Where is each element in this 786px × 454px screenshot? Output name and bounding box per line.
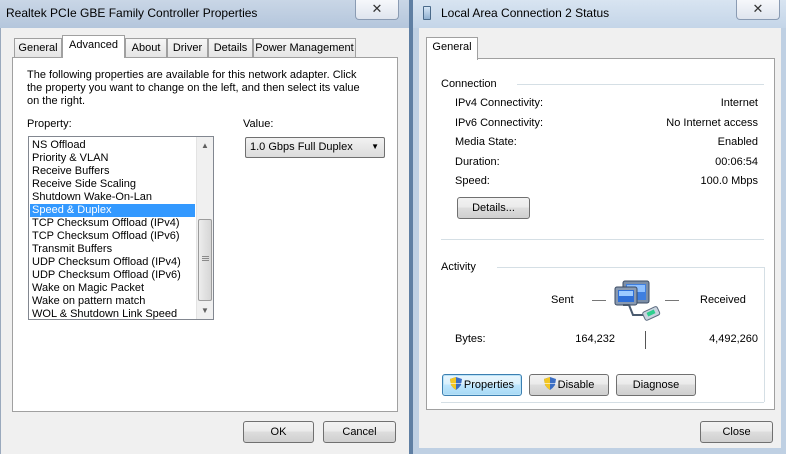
uac-shield-icon [449,377,462,390]
value-label: Value: [243,118,274,130]
tab-about[interactable]: About [125,38,167,58]
tab-details[interactable]: Details [208,38,253,58]
tab-general[interactable]: General [426,37,478,60]
sent-dash [592,300,606,301]
connection-status-window: Local Area Connection 2 Status ✕ General… [413,0,786,454]
bytes-sent-value: 164,232 [575,333,615,345]
ok-button[interactable]: OK [243,421,314,443]
property-list-item[interactable]: Shutdown Wake-On-Lan [30,191,195,204]
property-list-item[interactable]: Receive Buffers [30,165,195,178]
activity-heading: Activity [441,261,476,273]
ipv4-connectivity-value: Internet [720,97,758,109]
activity-group-right [764,267,765,402]
description-line-3: on the right. [27,95,86,107]
property-list-item[interactable]: UDP Checksum Offload (IPv6) [30,269,195,282]
media-state-label: Media State: [455,136,517,148]
properties-button[interactable]: Properties [442,374,522,396]
bytes-label: Bytes: [455,333,486,345]
connection-group-bottom [441,239,764,240]
connection-group-line [517,84,764,85]
scroll-up-arrow-icon[interactable]: ▲ [197,137,213,154]
advanced-panel: The following properties are available f… [12,57,398,412]
dropdown-arrow-icon: ▼ [371,142,379,151]
diagnose-button[interactable]: Diagnose [616,374,696,396]
activity-group-bottom [441,402,764,403]
scrollbar-thumb[interactable] [198,219,212,301]
property-list-item[interactable]: WOL & Shutdown Link Speed [30,308,195,319]
property-list-item[interactable]: Transmit Buffers [30,243,195,256]
title-bar: Local Area Connection 2 Status ✕ [413,0,786,28]
property-list-item[interactable]: Wake on pattern match [30,295,195,308]
property-list-item[interactable]: UDP Checksum Offload (IPv4) [30,256,195,269]
property-list-item[interactable]: Receive Side Scaling [30,178,195,191]
description-line-2: the property you want to change on the l… [27,82,360,94]
property-list-item[interactable]: Speed & Duplex [30,204,195,217]
property-list-scrollbar[interactable]: ▲ ▼ [196,137,213,319]
close-button[interactable]: Close [700,421,773,443]
connection-heading: Connection [441,78,497,90]
property-list-item[interactable]: Priority & VLAN [30,152,195,165]
disable-button-label: Disable [557,379,595,391]
tab-advanced[interactable]: Advanced [62,35,125,58]
bytes-received-value: 4,492,260 [709,333,758,345]
close-window-button[interactable]: ✕ [736,0,780,20]
property-list-item[interactable]: TCP Checksum Offload (IPv4) [30,217,195,230]
property-label: Property: [27,118,72,130]
details-button[interactable]: Details... [457,197,530,219]
network-activity-icon [614,280,661,321]
activity-divider [645,331,646,349]
adapter-properties-window: Realtek PCIe GBE Family Controller Prope… [0,0,409,454]
media-state-value: Enabled [717,136,758,148]
tab-general[interactable]: General [14,38,62,58]
tab-power-management[interactable]: Power Management [253,38,356,58]
value-dropdown[interactable]: 1.0 Gbps Full Duplex ▼ [245,137,385,158]
activity-group-line [497,267,764,268]
ipv6-connectivity-value: No Internet access [666,117,758,129]
properties-button-label: Properties [463,379,515,391]
disable-button[interactable]: Disable [529,374,609,396]
title-bar: Realtek PCIe GBE Family Controller Prope… [0,0,409,28]
received-label: Received [700,294,746,306]
received-dash [665,300,679,301]
close-window-button[interactable]: ✕ [355,0,399,20]
property-list-item[interactable]: Wake on Magic Packet [30,282,195,295]
scroll-down-arrow-icon[interactable]: ▼ [197,302,213,319]
network-adapter-icon [423,6,431,20]
description-line-1: The following properties are available f… [27,69,357,81]
duration-label: Duration: [455,156,500,168]
sent-label: Sent [551,294,574,306]
uac-shield-icon [543,377,556,390]
property-list-item[interactable]: NS Offload [30,139,195,152]
property-list-item[interactable]: TCP Checksum Offload (IPv6) [30,230,195,243]
value-dropdown-text: 1.0 Gbps Full Duplex [250,141,353,153]
property-list[interactable]: NS Offload Priority & VLAN Receive Buffers… [28,136,214,320]
speed-label: Speed: [455,175,490,187]
tab-driver[interactable]: Driver [167,38,208,58]
speed-value: 100.0 Mbps [700,175,758,187]
window-title: Local Area Connection 2 Status [441,6,610,20]
window-title: Realtek PCIe GBE Family Controller Prope… [6,6,258,20]
general-panel: Connection IPv4 Connectivity: Internet I… [426,58,775,410]
ipv6-connectivity-label: IPv6 Connectivity: [455,117,544,129]
duration-value: 00:06:54 [715,156,758,168]
cancel-button[interactable]: Cancel [323,421,396,443]
ipv4-connectivity-label: IPv4 Connectivity: [455,97,544,109]
